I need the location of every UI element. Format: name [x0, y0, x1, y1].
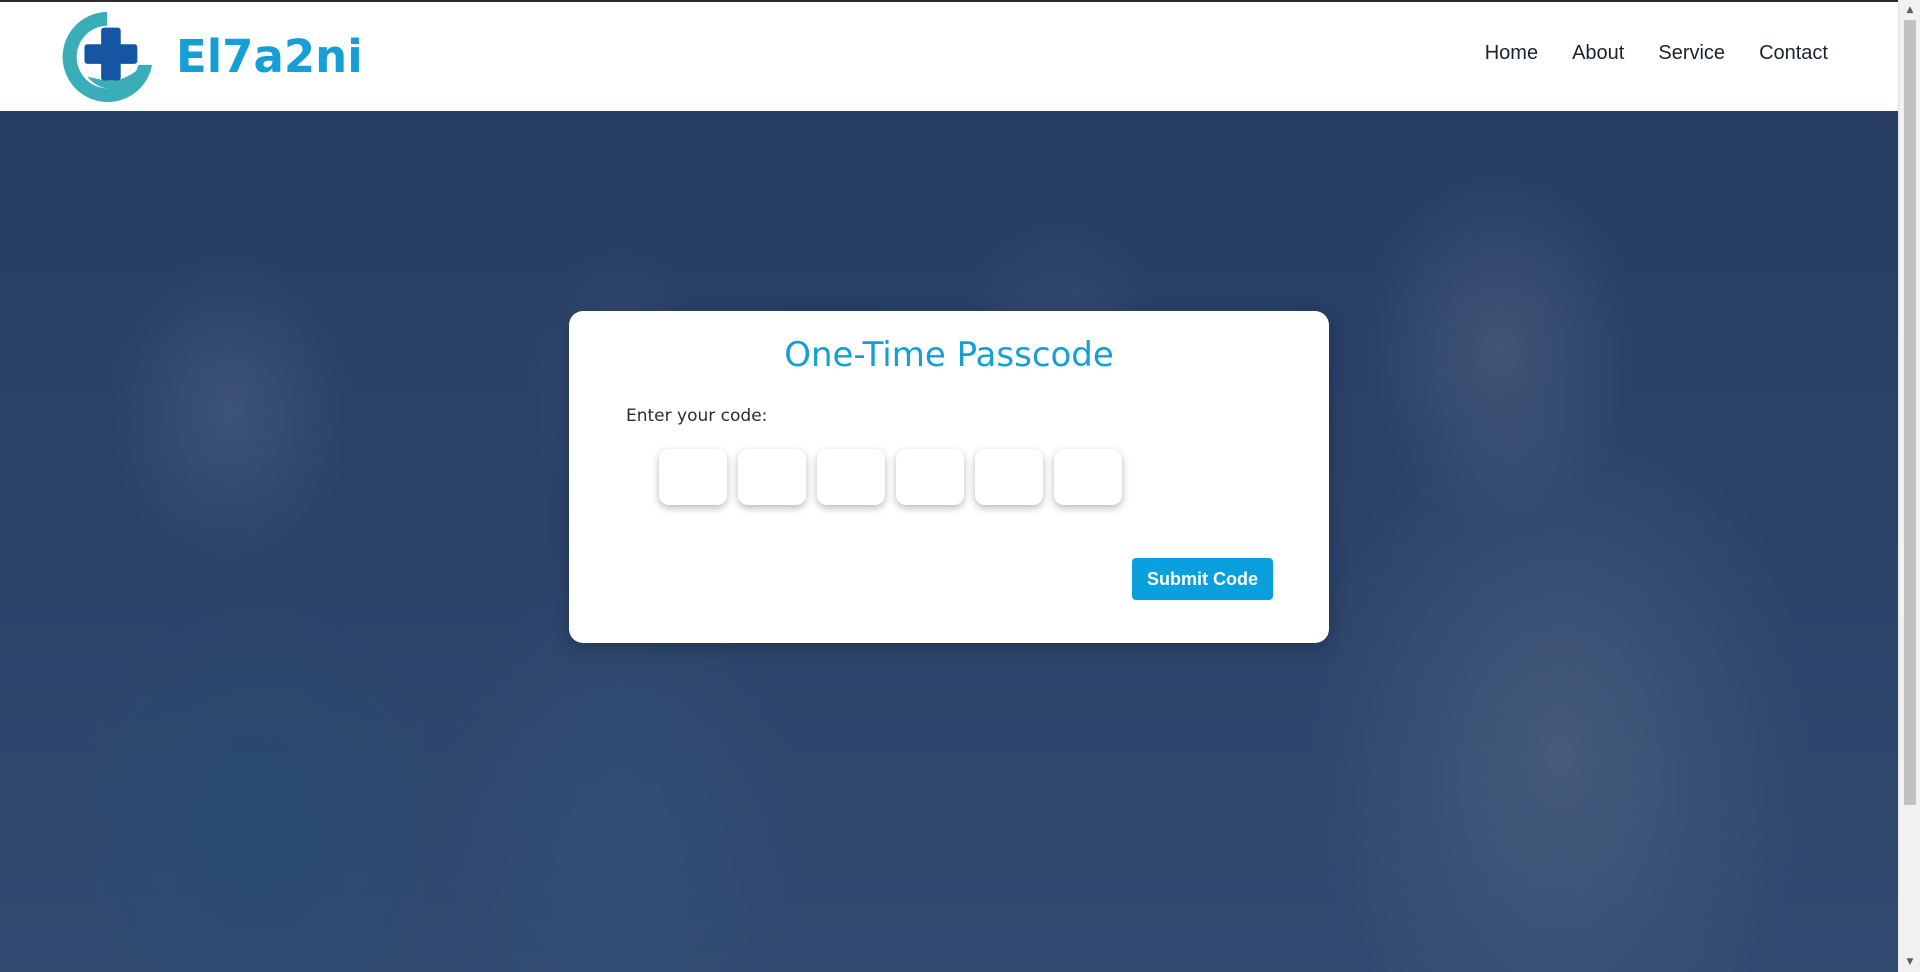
vertical-scrollbar[interactable]: ▲ ▼ [1898, 0, 1920, 972]
medical-cross-hand-icon[interactable] [58, 8, 156, 106]
nav-home-link[interactable]: Home [1485, 42, 1538, 65]
otp-digit-3[interactable] [817, 449, 885, 505]
scroll-up-icon[interactable]: ▲ [1899, 1, 1920, 19]
scroll-down-icon[interactable]: ▼ [1899, 953, 1920, 971]
otp-digit-4[interactable] [896, 449, 964, 505]
otp-card: One-Time Passcode Enter your code: Submi… [569, 311, 1329, 643]
otp-digit-2[interactable] [738, 449, 806, 505]
site-header: El7a2ni Home About Service Contact [0, 2, 1898, 111]
scrollbar-thumb[interactable] [1904, 20, 1916, 805]
submit-code-button[interactable]: Submit Code [1132, 558, 1273, 600]
otp-digit-6[interactable] [1054, 449, 1122, 505]
otp-input-row [659, 449, 1122, 505]
page: El7a2ni Home About Service Contact One-T… [0, 0, 1898, 972]
nav-service-link[interactable]: Service [1658, 42, 1725, 65]
code-label: Enter your code: [626, 406, 768, 426]
otp-title: One-Time Passcode [784, 335, 1114, 375]
nav-contact-link[interactable]: Contact [1759, 42, 1828, 65]
nav-about-link[interactable]: About [1572, 42, 1624, 65]
brand-name[interactable]: El7a2ni [176, 30, 363, 83]
otp-digit-5[interactable] [975, 449, 1043, 505]
otp-digit-1[interactable] [659, 449, 727, 505]
main-nav: Home About Service Contact [1451, 42, 1828, 65]
